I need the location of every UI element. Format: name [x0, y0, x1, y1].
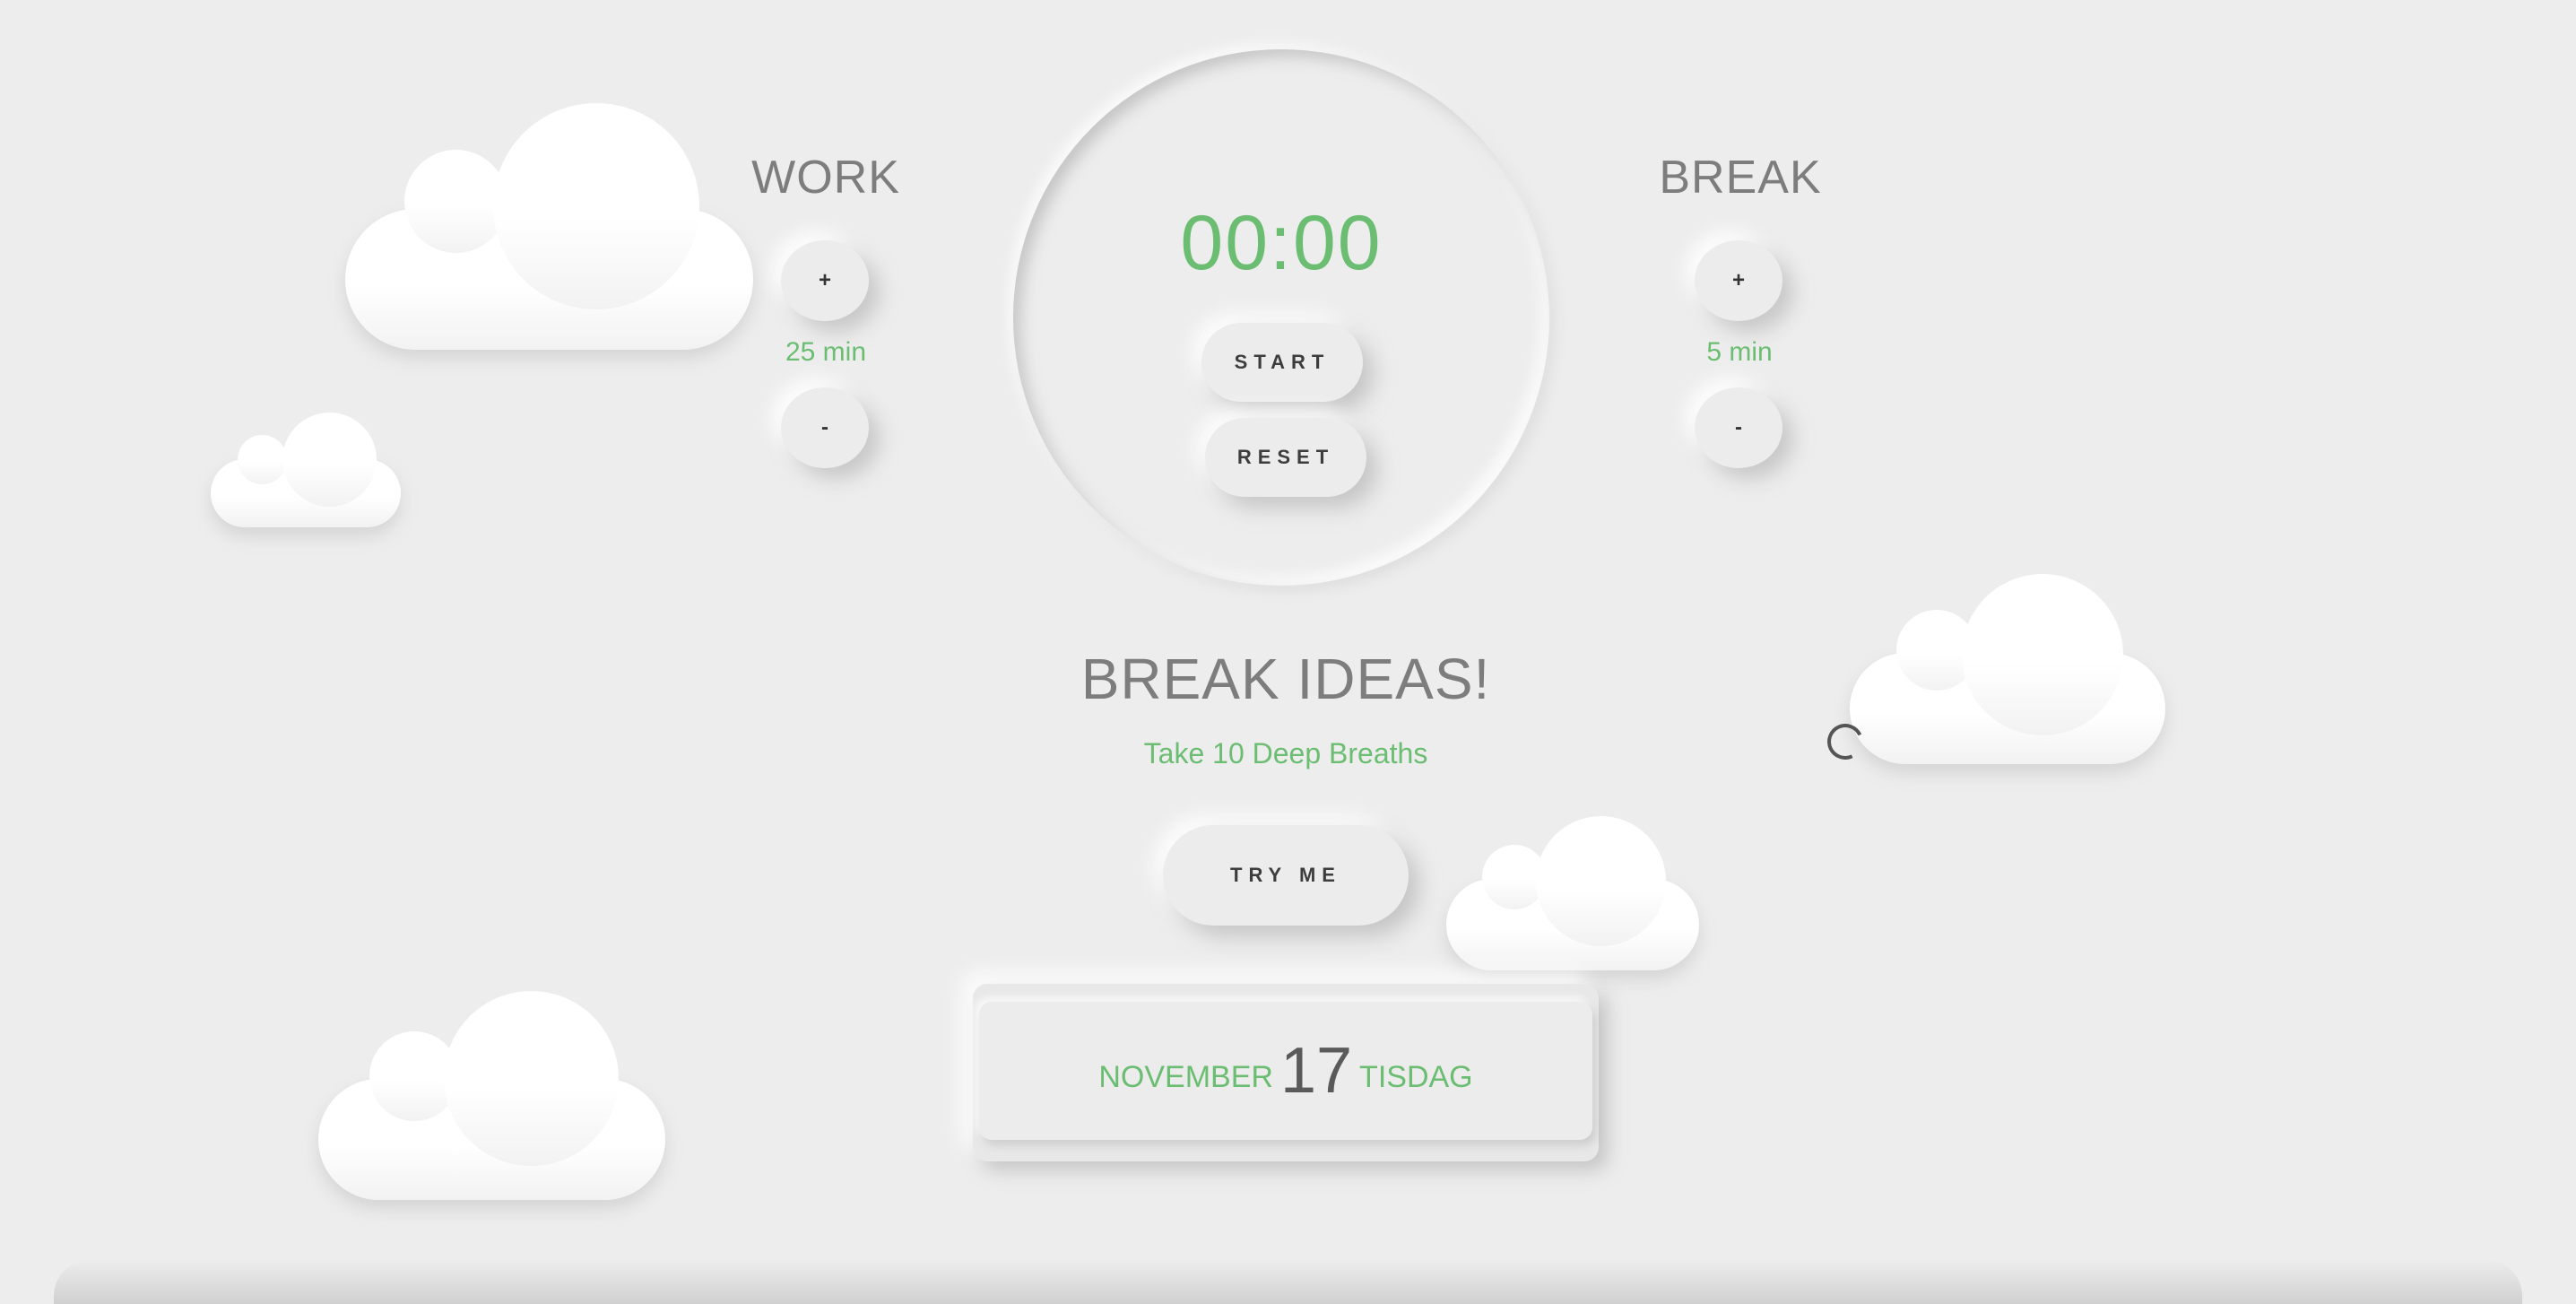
work-decrease-button[interactable]: -: [781, 387, 869, 468]
start-button[interactable]: START: [1201, 323, 1363, 402]
cloud-icon: [345, 103, 753, 350]
pomodoro-page: WORK + 25 min - BREAK + 5 min - 00:00 ST…: [0, 0, 2576, 1304]
work-increase-button[interactable]: +: [781, 240, 869, 321]
break-title: BREAK: [1659, 152, 1822, 204]
date-month: NOVEMBER: [1098, 1059, 1273, 1094]
bottom-shadow: [54, 1260, 2522, 1304]
reset-button[interactable]: RESET: [1205, 418, 1366, 497]
timer-dial: [1013, 49, 1549, 586]
break-minutes: 5 min: [1706, 337, 1773, 367]
cloud-icon: [211, 413, 401, 527]
cloud-icon: [1446, 816, 1699, 970]
cloud-icon: [318, 991, 665, 1200]
try-me-button[interactable]: TRY ME: [1163, 825, 1409, 926]
date-day: 17: [1279, 1035, 1353, 1107]
cloud-icon: [1850, 574, 2165, 764]
break-ideas-title: BREAK IDEAS!: [1080, 647, 1491, 711]
break-idea-text: Take 10 Deep Breaths: [1143, 737, 1428, 769]
date-weekday: TISDAG: [1359, 1059, 1473, 1094]
timer-display: 00:00: [1180, 200, 1383, 286]
break-increase-button[interactable]: +: [1695, 240, 1782, 321]
date-display: NOVEMBER 17 TISDAG: [979, 1002, 1592, 1140]
work-minutes: 25 min: [785, 337, 867, 367]
break-decrease-button[interactable]: -: [1695, 387, 1782, 468]
work-title: WORK: [751, 152, 900, 204]
